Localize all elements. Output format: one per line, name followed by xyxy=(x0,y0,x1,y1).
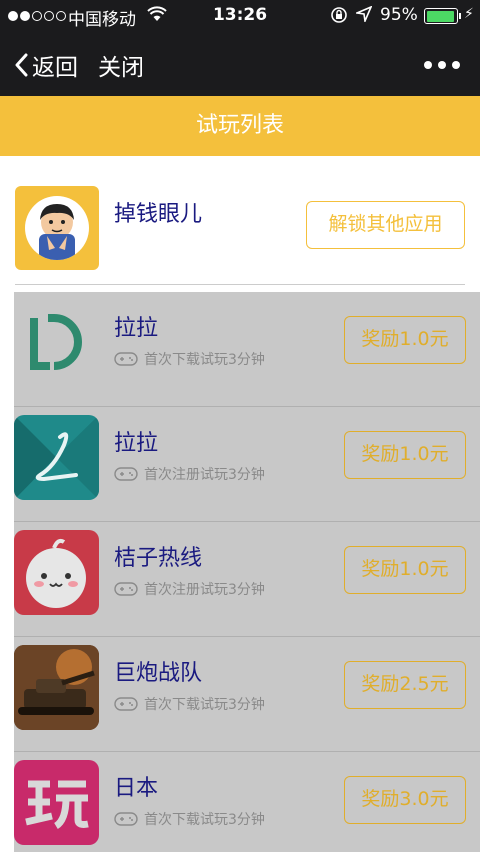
divider xyxy=(15,284,465,285)
reward-button[interactable]: 奖励1.0元 xyxy=(344,546,466,594)
list-item[interactable]: 桔子热线 首次注册试玩3分钟 奖励1.0元 xyxy=(14,522,480,637)
list-item[interactable]: 巨炮战队 首次下载试玩3分钟 奖励2.5元 xyxy=(14,637,480,752)
app-name: 日本 xyxy=(114,776,159,801)
gamepad-icon xyxy=(114,582,138,596)
charging-bolt-icon: ⚡ xyxy=(464,6,474,22)
close-button[interactable]: 关闭 xyxy=(98,48,144,82)
app-task-label: 首次注册试玩3分钟 xyxy=(144,582,265,598)
app-task: 首次下载试玩3分钟 xyxy=(114,809,265,829)
app-name: 拉拉 xyxy=(114,431,159,456)
rotation-lock-icon xyxy=(330,6,348,29)
app-name: 拉拉 xyxy=(114,316,159,341)
cartoon-face-logo-icon xyxy=(15,186,99,270)
lala-d-logo-icon xyxy=(14,300,99,385)
app-task: 首次注册试玩3分钟 xyxy=(114,464,265,484)
gamepad-icon xyxy=(114,467,138,481)
app-name: 巨炮战队 xyxy=(114,661,203,686)
app-task: 首次下载试玩3分钟 xyxy=(114,349,265,369)
location-arrow-icon xyxy=(354,5,373,27)
reward-button[interactable]: 奖励2.5元 xyxy=(344,661,466,709)
featured-app-card: 掉钱眼儿 解锁其他应用 xyxy=(0,156,480,286)
app-name: 桔子热线 xyxy=(114,546,203,571)
gamepad-icon xyxy=(114,812,138,826)
nav-bar: 返回 关闭 xyxy=(0,32,480,96)
page-title: 试玩列表 xyxy=(0,96,480,156)
list-item[interactable]: 日本 首次下载试玩3分钟 奖励3.0元 xyxy=(14,752,480,852)
list-item[interactable]: 拉拉 首次下载试玩3分钟 奖励1.0元 xyxy=(14,292,480,407)
tank-game-logo-icon xyxy=(14,645,99,730)
trial-app-list: 拉拉 首次下载试玩3分钟 奖励1.0元 拉拉 首次注册试玩3分钟 奖励1.0元 xyxy=(14,292,480,852)
app-task-label: 首次下载试玩3分钟 xyxy=(144,352,265,368)
battery-cap xyxy=(459,13,461,19)
more-menu-icon[interactable] xyxy=(424,61,460,69)
back-button[interactable]: 返回 xyxy=(14,48,78,82)
app-task: 首次下载试玩3分钟 xyxy=(114,694,265,714)
app-task-label: 首次下载试玩3分钟 xyxy=(144,812,265,828)
reward-button[interactable]: 奖励1.0元 xyxy=(344,431,466,479)
wan-logo-icon xyxy=(14,760,99,845)
gamepad-icon xyxy=(114,697,138,711)
battery-icon xyxy=(424,8,458,24)
battery-percent: 95% xyxy=(380,5,418,25)
featured-app-name: 掉钱眼儿 xyxy=(114,202,203,227)
lala-l-logo-icon xyxy=(14,415,99,500)
app-task-label: 首次注册试玩3分钟 xyxy=(144,467,265,483)
list-item[interactable]: 拉拉 首次注册试玩3分钟 奖励1.0元 xyxy=(14,407,480,522)
app-task-label: 首次下载试玩3分钟 xyxy=(144,697,265,713)
juzi-face-logo-icon xyxy=(14,530,99,615)
back-label: 返回 xyxy=(32,55,78,81)
reward-button[interactable]: 奖励1.0元 xyxy=(344,316,466,364)
reward-button[interactable]: 奖励3.0元 xyxy=(344,776,466,824)
status-bar: 中国移动 13:26 95% ⚡ xyxy=(0,0,480,32)
chevron-left-icon xyxy=(15,53,28,77)
gamepad-icon xyxy=(114,352,138,366)
app-task: 首次注册试玩3分钟 xyxy=(114,579,265,599)
unlock-other-apps-button[interactable]: 解锁其他应用 xyxy=(306,201,465,249)
